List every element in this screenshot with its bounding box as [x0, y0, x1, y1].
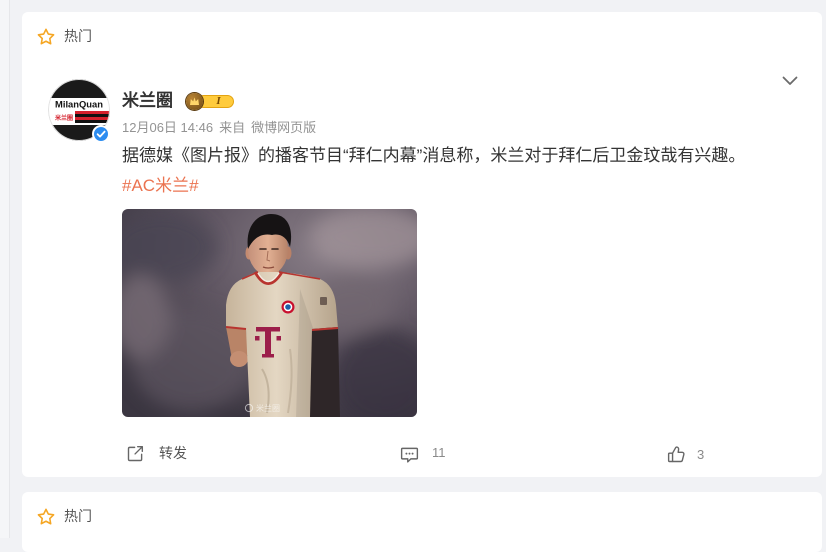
chevron-down-icon — [782, 76, 798, 85]
source-prefix: 来自 — [219, 120, 246, 135]
verified-icon — [92, 125, 110, 143]
avatar-logo-text: MilanQuan — [55, 99, 103, 110]
like-icon[interactable] — [666, 444, 687, 465]
post-image[interactable]: 米兰圈 — [122, 209, 417, 417]
level-badge[interactable]: I — [186, 93, 236, 110]
repost-button[interactable]: 转发 — [159, 443, 187, 463]
star-icon — [36, 27, 56, 47]
comment-icon[interactable] — [399, 444, 420, 465]
post-time[interactable]: 12月06日 14:46 — [122, 120, 213, 135]
comment-count[interactable]: 11 — [432, 443, 446, 463]
hot-label: 热门 — [64, 28, 92, 44]
post-text: 据德媒《图片报》的播客节目“拜仁内幕”消息称，米兰对于拜仁后卫金玟哉有兴趣。 — [122, 146, 746, 165]
author-name[interactable]: 米兰圈 — [122, 90, 173, 112]
post-source[interactable]: 微博网页版 — [251, 120, 316, 135]
post-meta: 12月06日 14:46 来自 微博网页版 — [122, 119, 316, 137]
repost-icon[interactable] — [125, 443, 146, 464]
avatar-logo-subtext: 米兰圈 — [55, 114, 73, 122]
sidebar-edge — [0, 0, 10, 538]
star-icon — [36, 507, 56, 527]
image-watermark: 米兰圈 — [256, 403, 280, 413]
more-options-button[interactable] — [782, 76, 798, 88]
post-card: 热门 MilanQuan 米兰圈 米兰圈 I 12月06日 14:46 来自 微… — [22, 12, 822, 477]
next-post-card: 热门 — [22, 492, 822, 552]
crown-icon — [186, 93, 203, 110]
hot-label: 热门 — [64, 508, 92, 524]
hashtag-link[interactable]: #AC米兰# — [122, 174, 199, 198]
like-count[interactable]: 3 — [697, 445, 704, 465]
